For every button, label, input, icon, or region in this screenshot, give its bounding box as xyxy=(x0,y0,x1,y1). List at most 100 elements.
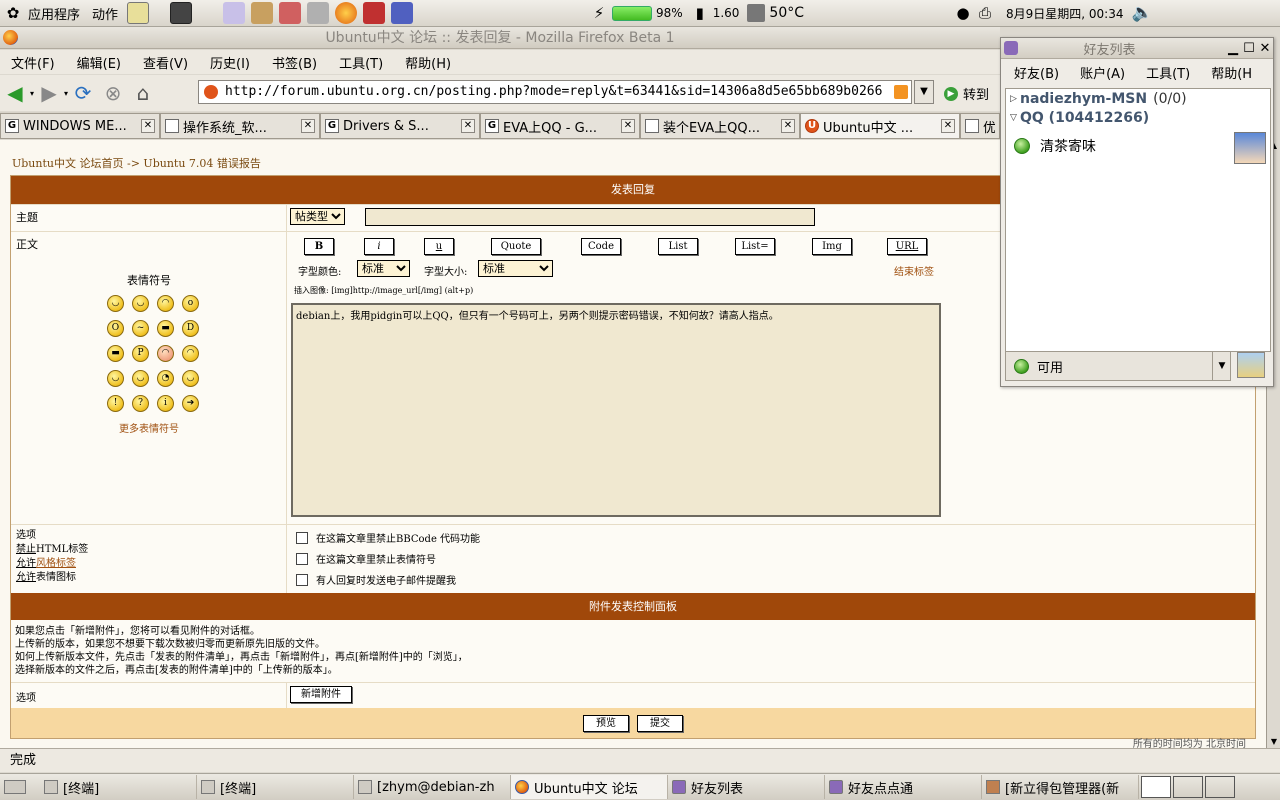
message-textarea[interactable]: debian上，我用pidgin可以上QQ，但只有一个号码可上，另两个则提示密码… xyxy=(291,303,941,517)
menu-buddies[interactable]: 好友(B) xyxy=(1001,63,1067,82)
buddy-entry[interactable]: 清茶寄味 xyxy=(1006,129,1270,163)
mad-emoji-icon[interactable]: ▬ xyxy=(107,345,124,362)
expand-triangle-icon[interactable]: ▷ xyxy=(1010,94,1020,104)
notify-reply-checkbox[interactable] xyxy=(296,573,308,586)
exclaim-emoji-icon[interactable]: ! xyxy=(107,395,124,412)
menu-view[interactable]: 查看(V) xyxy=(132,53,199,72)
menu-file[interactable]: 文件(F) xyxy=(0,53,66,72)
arrow-emoji-icon[interactable]: ➔ xyxy=(182,395,199,412)
home-icon[interactable]: ⌂ xyxy=(128,79,158,107)
idea-emoji-icon[interactable]: i xyxy=(157,395,174,412)
text-editor-launcher-icon[interactable] xyxy=(223,2,246,24)
image-button[interactable]: Img xyxy=(812,238,852,255)
task-buddy-ticker[interactable]: 好友点点通 xyxy=(825,775,982,799)
disable-bbcode-checkbox[interactable] xyxy=(296,531,308,544)
clock[interactable]: 8月9日星期四, 00:34 xyxy=(1006,5,1123,22)
show-desktop-icon[interactable] xyxy=(0,775,40,799)
tab-close-icon[interactable]: ✕ xyxy=(461,119,475,133)
scroll-down-icon[interactable]: ▼ xyxy=(1268,736,1280,748)
tab-close-icon[interactable]: ✕ xyxy=(941,119,955,133)
workspace-3[interactable] xyxy=(1205,776,1235,798)
status-selector[interactable]: 可用 ▼ xyxy=(1005,351,1231,381)
group-qq[interactable]: ▽ QQ (104412266) xyxy=(1006,108,1270,127)
menu-tools[interactable]: 工具(T) xyxy=(328,53,394,72)
confused-emoji-icon[interactable]: ~ xyxy=(132,320,149,337)
task-firefox[interactable]: Ubuntu中文 论坛 xyxy=(511,775,668,799)
tab-eva-qq-google[interactable]: G EVA上QQ - G... ✕ xyxy=(480,113,640,138)
bold-button[interactable]: B xyxy=(304,238,334,255)
package-launcher-icon[interactable] xyxy=(363,2,386,24)
cool-emoji-icon[interactable]: ▬ xyxy=(157,320,174,337)
close-icon[interactable]: ✕ xyxy=(1257,41,1273,56)
disable-smilies-checkbox[interactable] xyxy=(296,552,308,565)
notes-launcher-icon[interactable] xyxy=(127,2,150,24)
status-dropdown-icon[interactable]: ▼ xyxy=(1212,352,1231,380)
back-arrow-icon[interactable]: ◀ xyxy=(0,79,30,107)
shocked-emoji-icon[interactable]: O xyxy=(107,320,124,337)
gnome-foot-icon[interactable]: ✿ xyxy=(4,4,22,22)
group-msn[interactable]: ▷ nadiezhym-MSN (0/0) xyxy=(1006,89,1270,108)
sad-emoji-icon[interactable]: ◠ xyxy=(157,295,174,312)
razz-emoji-icon[interactable]: P xyxy=(132,345,149,362)
menu-buddy-tools[interactable]: 工具(T) xyxy=(1133,63,1198,82)
quote-button[interactable]: Quote xyxy=(491,238,541,255)
list-button[interactable]: List xyxy=(658,238,698,255)
ordered-list-button[interactable]: List= xyxy=(735,238,775,255)
workspace-2[interactable] xyxy=(1173,776,1203,798)
preview-button[interactable]: 预览 xyxy=(583,714,629,732)
task-terminal-1[interactable]: [终端] xyxy=(40,775,197,799)
terminal-launcher-icon[interactable] xyxy=(170,2,193,24)
task-buddy-list[interactable]: 好友列表 xyxy=(668,775,825,799)
rolleyes-emoji-icon[interactable]: ◔ xyxy=(157,370,174,387)
menu-bookmarks[interactable]: 书签(B) xyxy=(261,53,328,72)
embarrassed-emoji-icon[interactable]: ◠ xyxy=(157,345,174,362)
menu-edit[interactable]: 编辑(E) xyxy=(66,53,132,72)
firefox-launcher-icon[interactable] xyxy=(335,2,358,24)
wink-emoji-icon[interactable]: ◡ xyxy=(182,370,199,387)
tab-install-eva[interactable]: 装个EVA上QQ... ✕ xyxy=(640,113,800,138)
post-type-select[interactable]: 帖类型 xyxy=(290,208,345,225)
tab-os-software[interactable]: 操作系统_软... ✕ xyxy=(160,113,320,138)
add-attachment-button[interactable]: 新增附件 xyxy=(290,686,352,703)
panel-menu-applications[interactable]: 应用程序 xyxy=(22,0,86,27)
rss-feed-icon[interactable] xyxy=(894,85,908,99)
url-history-dropdown[interactable]: ▼ xyxy=(914,80,934,104)
surprised-emoji-icon[interactable]: o xyxy=(182,295,199,312)
panel-menu-actions[interactable]: 动作 xyxy=(86,0,124,27)
pidgin-tray-icon[interactable]: ● xyxy=(954,4,972,22)
printer-tray-icon[interactable]: ⎙ xyxy=(976,4,994,22)
volume-icon[interactable]: 🔈 xyxy=(1132,4,1153,22)
vim-launcher-icon[interactable] xyxy=(391,2,414,24)
go-button[interactable]: ▶ 转到 xyxy=(944,84,989,103)
underline-button[interactable]: u xyxy=(424,238,454,255)
style-tags-link[interactable]: 风格标签 xyxy=(36,558,76,569)
tab-partial[interactable]: 优 xyxy=(960,113,1000,138)
collapse-triangle-icon[interactable]: ▽ xyxy=(1010,113,1020,123)
grin-emoji-icon[interactable]: ◡ xyxy=(132,295,149,312)
laugh-emoji-icon[interactable]: D xyxy=(182,320,199,337)
font-color-select[interactable]: 标准 xyxy=(357,260,410,277)
minimize-icon[interactable]: ▁ xyxy=(1225,41,1241,56)
url-input[interactable]: http://forum.ubuntu.org.cn/posting.php?m… xyxy=(198,80,912,104)
twisted-emoji-icon[interactable]: ◡ xyxy=(132,370,149,387)
status-icon-button[interactable] xyxy=(1237,352,1265,378)
tab-close-icon[interactable]: ✕ xyxy=(141,119,155,133)
forward-arrow-icon[interactable]: ▶ xyxy=(34,79,64,107)
menu-buddy-help[interactable]: 帮助(H xyxy=(1198,63,1260,82)
tab-drivers[interactable]: G Drivers & S... ✕ xyxy=(320,113,480,138)
font-size-select[interactable]: 标准 xyxy=(478,260,553,277)
tab-windows-me[interactable]: G WINDOWS ME... ✕ xyxy=(0,113,160,138)
workspace-1[interactable] xyxy=(1141,776,1171,798)
tab-close-icon[interactable]: ✕ xyxy=(621,119,635,133)
menu-history[interactable]: 历史(I) xyxy=(199,53,261,72)
task-terminal-3[interactable]: [zhym@debian-zh xyxy=(354,775,511,799)
evil-emoji-icon[interactable]: ◡ xyxy=(107,370,124,387)
media-launcher-icon[interactable] xyxy=(279,2,302,24)
question-emoji-icon[interactable]: ? xyxy=(132,395,149,412)
stop-icon[interactable]: ⊗ xyxy=(98,79,128,107)
tab-close-icon[interactable]: ✕ xyxy=(301,119,315,133)
code-button[interactable]: Code xyxy=(581,238,621,255)
breadcrumb-home-link[interactable]: Ubuntu中文 论坛首页 xyxy=(12,157,123,170)
menu-help[interactable]: 帮助(H) xyxy=(394,53,462,72)
more-emoji-link[interactable]: 更多表情符号 xyxy=(11,420,287,435)
